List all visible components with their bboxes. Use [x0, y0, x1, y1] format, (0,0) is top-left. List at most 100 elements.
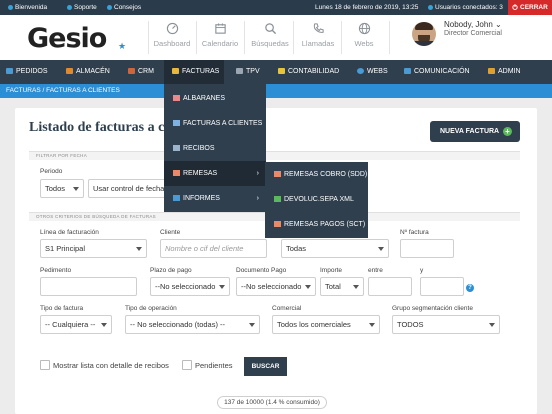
- nav-tpv[interactable]: TPV: [236, 60, 260, 84]
- divider: [389, 21, 390, 54]
- menu-item-remesas[interactable]: REMESAS ›: [164, 161, 266, 186]
- connected-users-label: Usuarios conectados: 3: [435, 4, 503, 11]
- tips-link[interactable]: Consejos: [107, 4, 141, 11]
- warehouse-icon: [66, 67, 73, 74]
- comercial-label: Comercial: [272, 305, 302, 312]
- menu-item-remesas-cobro[interactable]: REMESAS COBRO (SDD): [265, 162, 368, 187]
- support-icon: [67, 4, 72, 10]
- estado-select[interactable]: Todas: [281, 239, 389, 258]
- importe-to-input[interactable]: [420, 277, 464, 296]
- phone-icon: [313, 23, 324, 33]
- nav-crm[interactable]: CRM: [128, 60, 154, 84]
- help-icon[interactable]: ?: [466, 284, 474, 292]
- delivery-note-icon: [173, 94, 180, 101]
- comercial-select[interactable]: Todos los comerciales: [272, 315, 380, 334]
- nav-calendar[interactable]: Calendario: [196, 15, 244, 60]
- app-header: Gesio ★ Dashboard Calendario Búsquedas L…: [0, 15, 552, 60]
- support-link[interactable]: Soporte: [67, 4, 97, 11]
- plus-icon: +: [503, 127, 512, 136]
- support-label: Soporte: [74, 4, 97, 11]
- usage-counter: 137 de 10000 (1.4 % consumido): [217, 396, 327, 409]
- nav-pedidos-label: PEDIDOS: [16, 68, 48, 75]
- nav-almacen[interactable]: ALMACÉN: [66, 60, 110, 84]
- pedimento-input[interactable]: [40, 277, 137, 296]
- exit-button[interactable]: CERRAR: [508, 0, 552, 15]
- entre-label: entre: [368, 267, 383, 274]
- menu-item-remesas-label: REMESAS: [183, 170, 218, 177]
- nav-webs-main[interactable]: WEBS: [357, 60, 388, 84]
- nav-comunicacion[interactable]: COMUNICACIÓN: [404, 60, 470, 84]
- new-invoice-label: NUEVA FACTURA: [440, 128, 500, 135]
- report-icon: [173, 194, 180, 201]
- invoices-icon: [172, 67, 179, 74]
- info-icon: [8, 4, 13, 10]
- globe-icon: [358, 22, 370, 35]
- nav-webs[interactable]: Webs: [340, 15, 388, 60]
- remittance-icon: [274, 170, 281, 177]
- avatar-shirt: [412, 41, 436, 46]
- nfactura-label: Nº factura: [400, 229, 429, 236]
- remesas-submenu: REMESAS COBRO (SDD) DEVOLUC.SEPA XML REM…: [265, 162, 368, 238]
- nav-pedidos[interactable]: PEDIDOS: [6, 60, 48, 84]
- tips-icon: [107, 4, 112, 10]
- menu-item-albaranes[interactable]: ALBARANES: [164, 86, 266, 111]
- y-label: y: [420, 267, 424, 274]
- avatar-hair: [415, 22, 433, 30]
- gauge-icon: [166, 22, 178, 35]
- nav-dashboard[interactable]: Dashboard: [148, 15, 196, 60]
- tipofactura-select[interactable]: -- Cualquiera --: [40, 315, 112, 334]
- periodo-label: Periodo: [40, 168, 63, 175]
- welcome-link[interactable]: Bienvenida: [8, 4, 47, 11]
- invoice-icon: [173, 119, 180, 126]
- remittance-icon: [173, 169, 180, 176]
- date-control-select[interactable]: Usar control de fecha: [88, 179, 168, 198]
- detalle-checkbox[interactable]: [40, 360, 50, 370]
- connected-users-link[interactable]: Usuarios conectados: 3: [428, 4, 503, 11]
- nav-searches[interactable]: Búsquedas: [246, 15, 294, 60]
- menu-item-remesas-pagos[interactable]: REMESAS PAGOS (SCT): [265, 212, 368, 237]
- nav-admin[interactable]: ADMIN: [488, 60, 521, 84]
- tipoop-select[interactable]: -- No seleccionado (todas) --: [125, 315, 260, 334]
- facturas-menu: ALBARANES FACTURAS A CLIENTES RECIBOS RE…: [164, 84, 266, 212]
- user-role: Director Comercial: [444, 30, 502, 37]
- search-button[interactable]: BUSCAR: [244, 357, 287, 376]
- menu-item-remesas-cobro-label: REMESAS COBRO (SDD): [284, 171, 368, 178]
- new-invoice-button[interactable]: NUEVA FACTURA +: [430, 121, 520, 142]
- menu-item-recibos[interactable]: RECIBOS: [164, 136, 266, 161]
- cliente-input[interactable]: Nombre o cif del cliente: [160, 239, 267, 258]
- nav-searches-label: Búsquedas: [251, 39, 289, 48]
- nav-contabilidad[interactable]: CONTABILIDAD: [278, 60, 339, 84]
- main-nav: PEDIDOS ALMACÉN CRM FACTURAS TPV CONTABI…: [0, 60, 552, 84]
- importe-select[interactable]: Total: [320, 277, 364, 296]
- linea-label: Línea de facturación: [40, 229, 99, 236]
- globe-icon: [357, 67, 364, 74]
- nfactura-input[interactable]: [400, 239, 454, 258]
- pedimento-label: Pedimento: [40, 267, 72, 274]
- app-logo[interactable]: Gesio: [27, 23, 107, 54]
- nav-crm-label: CRM: [138, 68, 154, 75]
- pendientes-checkbox[interactable]: [182, 360, 192, 370]
- pendientes-label: Pendientes: [195, 361, 233, 370]
- users-icon: [428, 4, 433, 10]
- plazo-select[interactable]: --No seleccionado: [150, 277, 230, 296]
- menu-item-devoluc-sepa[interactable]: DEVOLUC.SEPA XML: [265, 187, 368, 212]
- nav-admin-label: ADMIN: [498, 68, 521, 75]
- nav-facturas[interactable]: FACTURAS: [164, 60, 224, 84]
- top-info-bar: Bienvenida Soporte Consejos Lunes 18 de …: [0, 0, 552, 15]
- importe-from-input[interactable]: [368, 277, 412, 296]
- date-text: Lunes 18 de febrero de 2019, 13:25: [315, 4, 419, 11]
- linea-select[interactable]: S1 Principal: [40, 239, 147, 258]
- avatar[interactable]: [412, 22, 436, 46]
- admin-icon: [488, 67, 495, 74]
- nav-calls[interactable]: Llamadas: [294, 15, 342, 60]
- user-menu[interactable]: Nobody, John ⌄: [444, 20, 502, 29]
- grupo-select[interactable]: TODOS: [392, 315, 500, 334]
- logo-star-icon: ★: [118, 41, 127, 51]
- docpago-select[interactable]: --No seleccionado: [236, 277, 316, 296]
- periodo-select[interactable]: Todos: [40, 179, 84, 198]
- communication-icon: [404, 67, 411, 74]
- menu-item-informes[interactable]: INFORMES ›: [164, 186, 266, 211]
- nav-comunicacion-label: COMUNICACIÓN: [414, 68, 470, 75]
- menu-item-facturas-clientes[interactable]: FACTURAS A CLIENTES: [164, 111, 266, 136]
- breadcrumb: FACTURAS / FACTURAS A CLIENTES: [0, 84, 552, 98]
